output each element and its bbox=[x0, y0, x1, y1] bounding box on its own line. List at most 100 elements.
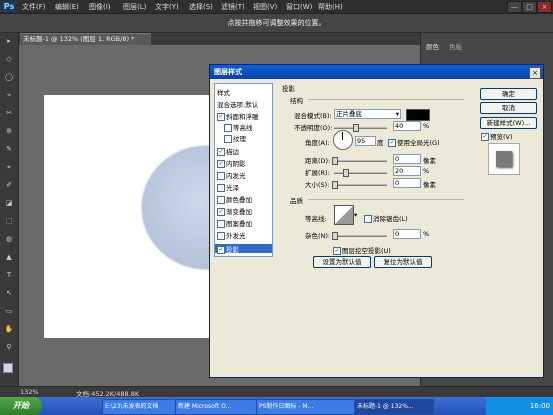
crop-tool-icon[interactable]: ✂ bbox=[4, 109, 14, 117]
style-item-outer-glow[interactable]: 外发光 bbox=[217, 230, 246, 240]
style-item-gradient-overlay[interactable]: ✓ 渐变叠加 bbox=[217, 206, 252, 216]
eraser-tool-icon[interactable]: ⬚ bbox=[4, 217, 14, 225]
brush-tool-icon[interactable]: ⌖ bbox=[4, 163, 14, 171]
size-slider[interactable] bbox=[334, 184, 387, 186]
noise-slider-thumb[interactable] bbox=[332, 232, 338, 240]
shape-tool-icon[interactable]: ▭ bbox=[4, 307, 14, 315]
menu-help[interactable]: 帮助(H) bbox=[318, 2, 343, 12]
path-select-tool-icon[interactable]: ↖ bbox=[4, 289, 14, 297]
start-button[interactable]: 开始 bbox=[0, 397, 42, 415]
opacity-input[interactable]: 40 bbox=[393, 121, 421, 131]
checkbox-pattern-overlay[interactable] bbox=[217, 220, 225, 228]
dialog-close-button[interactable]: × bbox=[529, 67, 541, 79]
size-slider-thumb[interactable] bbox=[332, 181, 338, 189]
hand-tool-icon[interactable]: ✋ bbox=[4, 325, 14, 333]
angle-dial[interactable] bbox=[333, 130, 353, 150]
menu-filter[interactable]: 滤镜(T) bbox=[221, 2, 245, 12]
style-item-stroke[interactable]: ✓ 描边 bbox=[217, 146, 239, 156]
spread-input[interactable]: 20 bbox=[393, 166, 421, 176]
quick-select-tool-icon[interactable]: ⌁ bbox=[4, 91, 14, 99]
foreground-color-swatch[interactable] bbox=[3, 363, 13, 373]
style-item-texture[interactable]: 纹理 bbox=[224, 133, 246, 143]
zoom-tool-icon[interactable]: ⚲ bbox=[4, 343, 14, 351]
dialog-title-bar[interactable]: 图层样式 bbox=[210, 65, 543, 79]
contour-dropdown-icon[interactable]: ▾ bbox=[354, 211, 357, 219]
menu-view[interactable]: 视图(V) bbox=[253, 2, 277, 12]
checkbox-inner-shadow[interactable]: ✓ bbox=[217, 160, 225, 168]
burn-tool-icon[interactable]: ▲ bbox=[4, 253, 14, 261]
spread-slider-thumb[interactable] bbox=[342, 169, 349, 177]
knockout-checkbox[interactable]: ✓ bbox=[333, 247, 341, 255]
angle-input[interactable]: 95 bbox=[355, 136, 376, 146]
checkbox-stroke[interactable]: ✓ bbox=[217, 148, 225, 156]
task-explorer[interactable]: E:\23\未发表的文档 bbox=[102, 399, 176, 415]
menu-image[interactable]: 图像(I) bbox=[89, 2, 111, 12]
style-item-color-overlay[interactable]: 颜色叠加 bbox=[217, 194, 252, 204]
style-item-inner-shadow[interactable]: ✓ 内阴影 bbox=[217, 158, 246, 168]
antialias-option[interactable]: 消除锯齿(L) bbox=[364, 213, 408, 223]
zoom-level[interactable]: 132% bbox=[20, 388, 39, 396]
checkbox-color-overlay[interactable] bbox=[217, 196, 225, 204]
blend-mode-select[interactable]: 正片叠底 ▾ bbox=[334, 109, 401, 119]
gradient-tool-icon[interactable]: ◍ bbox=[4, 235, 14, 243]
ok-button[interactable]: 确定 bbox=[480, 88, 537, 100]
tab-color[interactable]: 颜色 bbox=[426, 41, 439, 51]
menu-window[interactable]: 窗口(W) bbox=[286, 2, 312, 12]
set-default-button[interactable]: 设置为默认值 bbox=[313, 256, 371, 268]
menu-layer[interactable]: 图层(L) bbox=[123, 2, 146, 12]
close-window-button[interactable]: × bbox=[537, 1, 552, 13]
contour-preview[interactable] bbox=[334, 205, 354, 225]
style-item-bevel[interactable]: ✓ 斜面和浮雕 bbox=[217, 111, 259, 121]
style-item-pattern-overlay[interactable]: 图案叠加 bbox=[217, 218, 252, 228]
task-doc[interactable]: PS制作日图标 - M... bbox=[256, 399, 355, 415]
checkbox-drop-shadow[interactable]: ✓ bbox=[217, 246, 225, 254]
opacity-slider[interactable] bbox=[334, 127, 387, 129]
global-light-option[interactable]: ✓ 使用全局光(G) bbox=[388, 137, 440, 147]
move-tool-icon[interactable]: ▸ bbox=[4, 37, 14, 45]
style-item-drop-shadow[interactable]: ✓ 投影 bbox=[217, 244, 239, 254]
reset-default-button[interactable]: 复位为默认值 bbox=[374, 256, 432, 268]
cancel-button[interactable]: 取消 bbox=[480, 102, 537, 114]
size-input[interactable]: 0 bbox=[393, 178, 421, 188]
history-brush-icon[interactable]: ◪ bbox=[4, 199, 14, 207]
task-photoshop[interactable]: 未标题-1 @ 132%... bbox=[354, 399, 434, 415]
style-item-contour[interactable]: 等高线 bbox=[224, 122, 253, 132]
checkbox-texture[interactable] bbox=[224, 135, 232, 143]
menu-edit[interactable]: 编辑(E) bbox=[55, 2, 79, 12]
knockout-option[interactable]: ✓ 图层挖空投影(U) bbox=[333, 245, 391, 255]
styles-header[interactable]: 样式 bbox=[217, 87, 230, 97]
document-tab[interactable]: 未标题-1 @ 132% (图层 1, RGB/8) * bbox=[20, 33, 151, 45]
stamp-tool-icon[interactable]: ✐ bbox=[4, 181, 14, 189]
tab-swatches[interactable]: 色板 bbox=[449, 41, 462, 51]
style-item-satin[interactable]: 光泽 bbox=[217, 182, 239, 192]
global-light-checkbox[interactable]: ✓ bbox=[388, 139, 396, 147]
style-item-inner-glow[interactable]: 内发光 bbox=[217, 170, 246, 180]
lasso-tool-icon[interactable]: ◯ bbox=[4, 73, 14, 81]
minimize-button[interactable]: — bbox=[507, 1, 522, 13]
antialias-checkbox[interactable] bbox=[364, 215, 372, 223]
checkbox-inner-glow[interactable] bbox=[217, 172, 225, 180]
marquee-tool-icon[interactable]: ◇ bbox=[4, 55, 14, 63]
noise-slider[interactable] bbox=[334, 235, 387, 237]
noise-input[interactable]: 0 bbox=[393, 229, 421, 239]
checkbox-outer-glow[interactable] bbox=[217, 232, 225, 240]
task-word[interactable]: 新建 Microsoft O... bbox=[175, 399, 257, 415]
distance-slider[interactable] bbox=[334, 160, 387, 162]
menu-select[interactable]: 选择(S) bbox=[189, 2, 213, 12]
maximize-button[interactable]: □ bbox=[522, 1, 537, 13]
checkbox-contour[interactable] bbox=[224, 124, 232, 132]
shadow-color-swatch[interactable] bbox=[406, 109, 430, 121]
checkbox-satin[interactable] bbox=[217, 184, 225, 192]
distance-input[interactable]: 0 bbox=[393, 154, 421, 164]
blend-options-item[interactable]: 混合选项:默认 bbox=[217, 99, 258, 109]
checkbox-bevel[interactable]: ✓ bbox=[217, 113, 225, 121]
menu-file[interactable]: 文件(F) bbox=[22, 2, 46, 12]
new-style-button[interactable]: 新建样式(W)... bbox=[480, 117, 537, 129]
preview-option[interactable]: ✓ 预览(V) bbox=[481, 131, 513, 141]
checkbox-gradient-overlay[interactable]: ✓ bbox=[217, 208, 225, 216]
type-tool-icon[interactable]: T bbox=[4, 271, 14, 279]
opacity-slider-thumb[interactable] bbox=[353, 124, 360, 132]
menu-type[interactable]: 文字(Y) bbox=[155, 2, 179, 12]
eyedropper-tool-icon[interactable]: ⊕ bbox=[4, 127, 14, 135]
distance-slider-thumb[interactable] bbox=[332, 157, 338, 165]
